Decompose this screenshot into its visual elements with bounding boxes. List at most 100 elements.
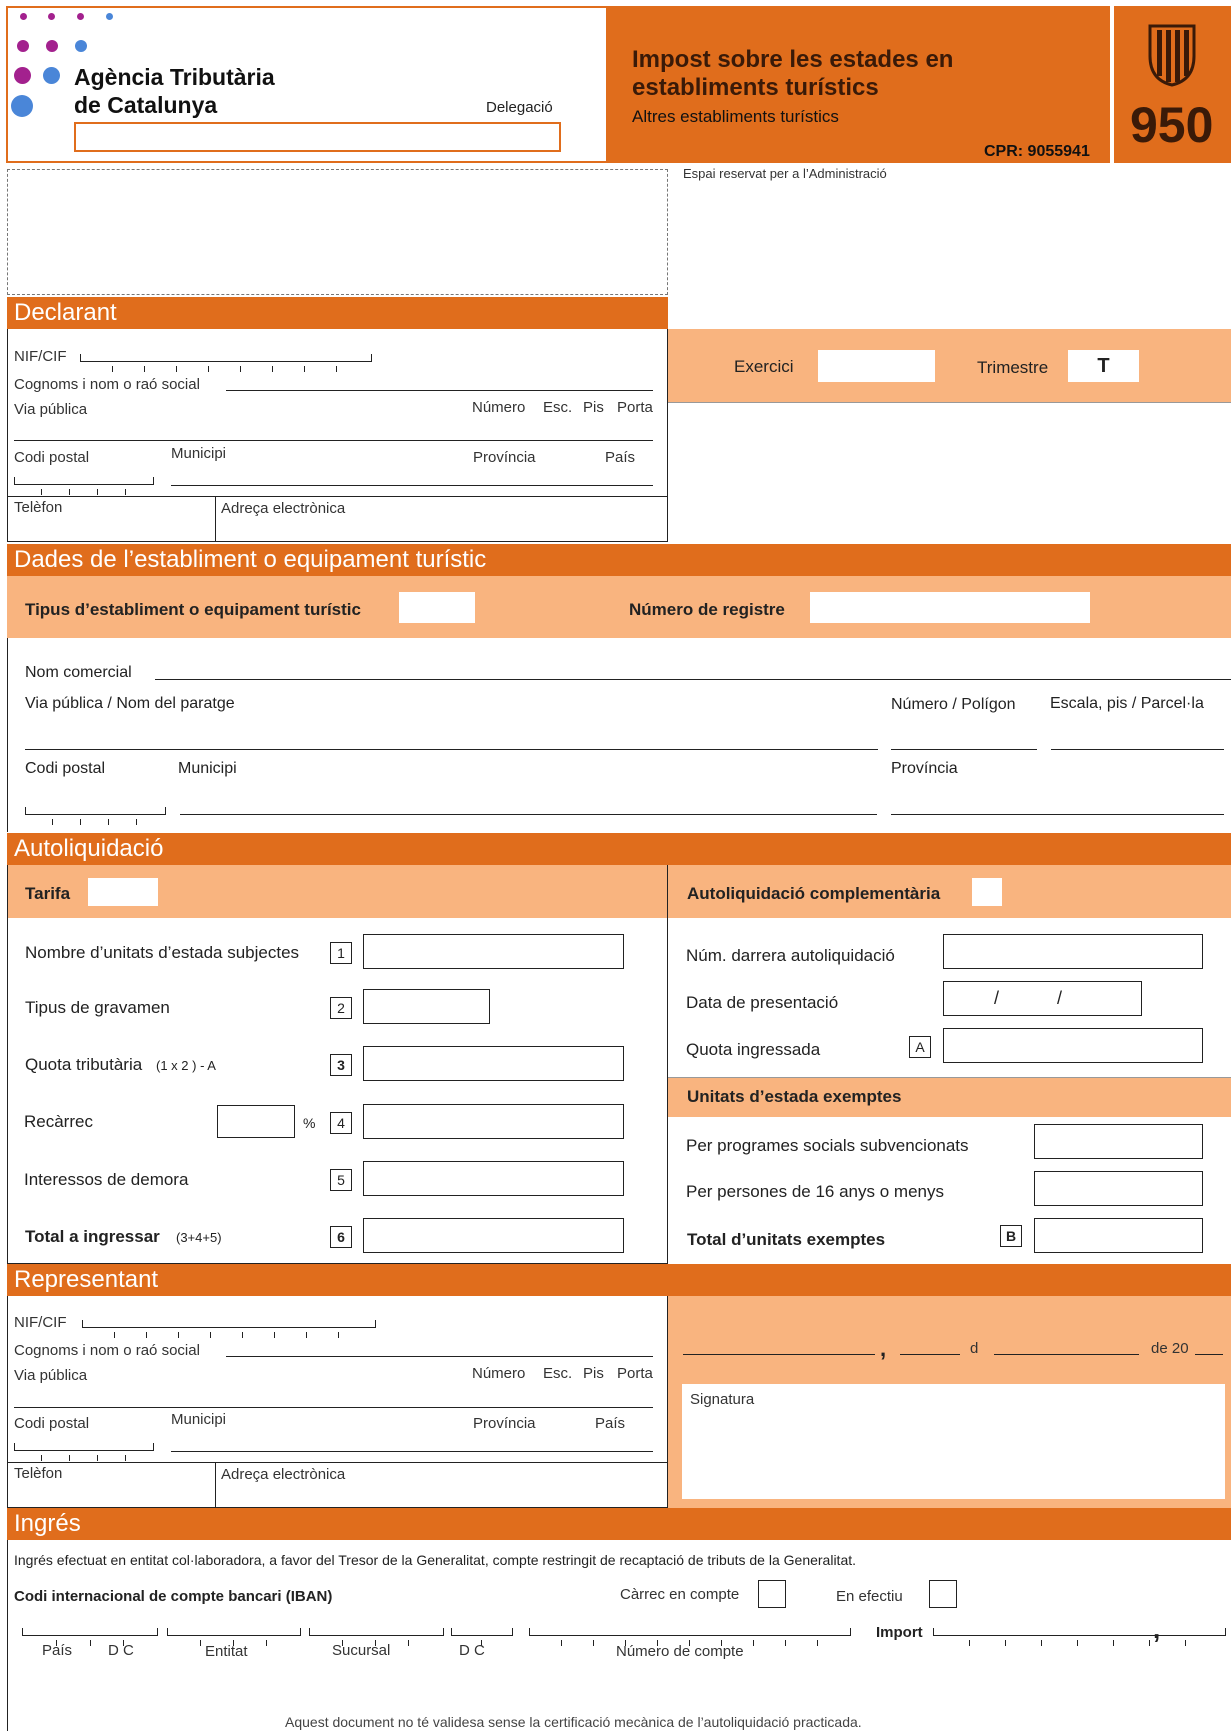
representative-numero-label: Número [472, 1365, 526, 1382]
month-input[interactable] [994, 1354, 1139, 1355]
representative-email-label: Adreça electrònica [221, 1466, 346, 1483]
iban-label: Codi internacional de compte bancari (IB… [14, 1588, 333, 1605]
iban-dc-input[interactable] [451, 1628, 513, 1646]
iban-country-input[interactable] [22, 1628, 158, 1646]
charge-checkbox[interactable] [758, 1580, 786, 1608]
establishment-postal-input[interactable] [25, 807, 166, 825]
place-input[interactable] [683, 1354, 875, 1355]
row6-label: Total a ingressar [25, 1227, 160, 1246]
exercici-input[interactable] [818, 350, 935, 382]
exempt-social-input[interactable] [1034, 1124, 1203, 1159]
representative-phone-divider [215, 1462, 216, 1508]
representative-name-input[interactable] [226, 1356, 653, 1357]
logo-dot [11, 95, 33, 117]
establishment-postal-label: Codi postal [25, 760, 106, 777]
year-input[interactable] [1195, 1354, 1223, 1355]
logo-dot [20, 13, 27, 20]
delegacio-input[interactable] [74, 122, 561, 152]
row4-input[interactable] [363, 1104, 624, 1139]
import-label: Import [876, 1624, 923, 1641]
iban-entitat-input[interactable] [167, 1628, 301, 1646]
col-dc2-label: D C [459, 1642, 485, 1659]
declarant-street-label: Via pública [14, 401, 88, 418]
title-line1: Impost sobre les estades en [632, 46, 954, 73]
declarant-postal-label: Codi postal [14, 449, 90, 466]
presentation-date-input[interactable] [943, 981, 1142, 1016]
exempt-total-input[interactable] [1034, 1218, 1203, 1253]
establishment-stair-label: Escala, pis / Parcel·la [1050, 695, 1204, 712]
cash-checkbox[interactable] [929, 1580, 957, 1608]
complementary-checkbox[interactable] [972, 878, 1002, 906]
row1-input[interactable] [363, 934, 624, 969]
declarant-provincia-label: Província [473, 449, 536, 466]
representative-esc-label: Esc. [543, 1365, 573, 1382]
date-year-prefix: de 20 [1151, 1340, 1189, 1357]
representative-postal-input[interactable] [14, 1443, 154, 1461]
representative-municipi-input[interactable] [171, 1451, 653, 1452]
col-sucursal-label: Sucursal [332, 1642, 391, 1659]
agency-name-line1: Agència Tributària [74, 64, 275, 90]
representative-phone-label: Telèfon [14, 1465, 63, 1482]
representative-nif-input[interactable] [82, 1320, 376, 1338]
iban-account-input[interactable] [529, 1628, 851, 1646]
row5-label: Interessos de demora [24, 1170, 189, 1189]
establishment-provincia-input[interactable] [891, 814, 1224, 815]
representative-section-title: Representant [7, 1264, 1231, 1296]
row2-input[interactable] [363, 989, 490, 1024]
logo-dot [17, 40, 29, 52]
trade-name-input[interactable] [155, 679, 1231, 680]
exempt-social-label: Per programes socials subvencionats [686, 1136, 969, 1155]
declarant-street-input[interactable] [14, 440, 653, 441]
row5-input[interactable] [363, 1161, 624, 1196]
declarant-nif-input[interactable] [80, 354, 372, 372]
iban-sucursal-input[interactable] [309, 1628, 444, 1646]
establishment-stair-input[interactable] [1051, 749, 1224, 750]
declarant-name-input[interactable] [226, 390, 653, 391]
logo-dot [77, 13, 84, 20]
establishment-number-input[interactable] [891, 749, 1037, 750]
exempt-under16-input[interactable] [1034, 1171, 1203, 1206]
declarant-postal-input[interactable] [14, 477, 154, 495]
registry-number-input[interactable] [810, 592, 1090, 623]
representative-street-input[interactable] [14, 1407, 653, 1408]
representative-divider [7, 1462, 668, 1463]
declarant-municipi-input[interactable] [171, 485, 653, 486]
declarant-divider [7, 496, 668, 497]
paid-input[interactable] [943, 1028, 1203, 1063]
row1-label: Nombre d’unitats d’estada subjectes [25, 943, 300, 962]
presentation-date-label: Data de presentació [686, 993, 839, 1012]
establishment-section-title: Dades de l’establiment o equipament turí… [7, 544, 1231, 576]
logo-dot [106, 13, 113, 20]
trimestre-input[interactable]: T [1068, 350, 1139, 382]
col-compte-label: Número de compte [616, 1643, 744, 1660]
establishment-provincia-label: Província [891, 760, 958, 777]
date-d-label: d [970, 1340, 979, 1357]
admin-space-label: Espai reservat per a l’Administració [683, 166, 887, 181]
establishment-municipi-input[interactable] [180, 814, 877, 815]
establishment-municipi-label: Municipi [178, 760, 237, 777]
logo-dot [46, 40, 58, 52]
declarant-numero-label: Número [472, 399, 526, 416]
recarrec-percent-input[interactable] [217, 1105, 295, 1138]
cash-label: En efectiu [836, 1588, 903, 1605]
exempt-total-label: Total d’unitats exemptes [687, 1230, 886, 1249]
row6-input[interactable] [363, 1218, 624, 1253]
establishment-type-input[interactable] [399, 592, 475, 623]
col-entitat-label: Entitat [205, 1643, 248, 1660]
row3-input[interactable] [363, 1046, 624, 1081]
signature-input[interactable] [682, 1384, 1225, 1499]
declarant-pais-label: País [605, 449, 636, 466]
paid-label: Quota ingressada [686, 1040, 821, 1059]
day-input[interactable] [900, 1354, 960, 1355]
representative-street-label: Via pública [14, 1367, 88, 1384]
title-line2: establiments turístics [632, 74, 879, 101]
model-number: 950 [1130, 97, 1214, 153]
establishment-street-input[interactable] [25, 749, 878, 750]
stamp-area [7, 169, 668, 295]
import-input[interactable] [933, 1628, 1226, 1646]
tarifa-input[interactable] [88, 878, 158, 906]
col-pais-label: País [42, 1642, 73, 1659]
establishment-number-label: Número / Polígon [891, 696, 1016, 713]
last-number-input[interactable] [943, 934, 1203, 969]
row4-label: Recàrrec [24, 1112, 93, 1131]
